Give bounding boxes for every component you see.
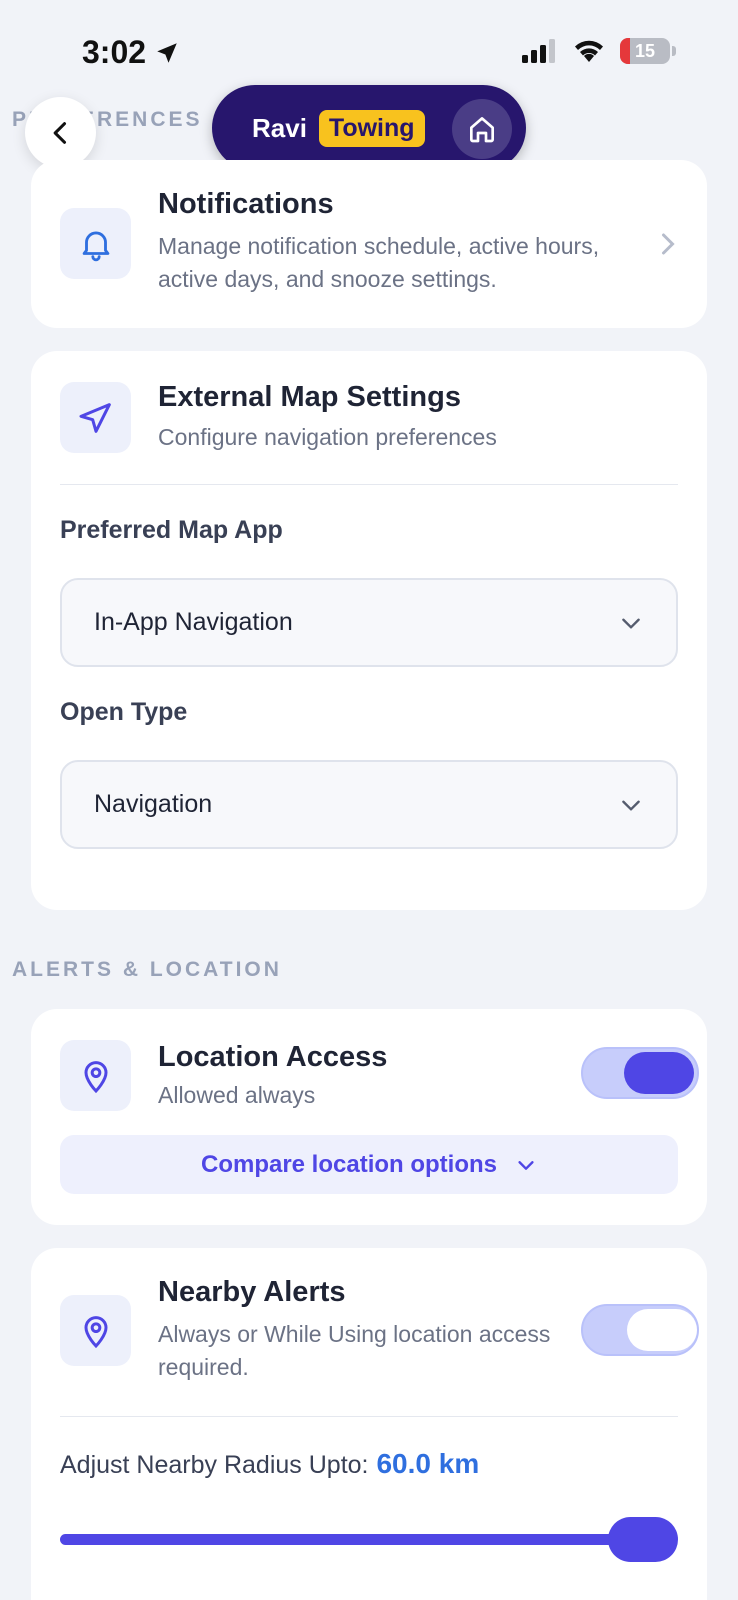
nearby-alerts-icon-box: [60, 1295, 131, 1366]
slider-track: [60, 1534, 648, 1545]
nearby-alerts-title: Nearby Alerts: [158, 1276, 346, 1308]
home-icon: [470, 117, 494, 143]
chevron-left-icon: [53, 121, 66, 144]
notifications-description: Manage notification schedule, active hou…: [158, 233, 600, 292]
location-access-status: Allowed always: [158, 1082, 316, 1108]
chevron-down-icon: [622, 800, 640, 811]
toggle-knob: [627, 1309, 697, 1351]
preferred-map-app-value: In-App Navigation: [94, 608, 293, 636]
location-access-toggle[interactable]: [581, 1047, 699, 1099]
map-pin-icon: [83, 1315, 108, 1348]
nearby-alerts-card: Nearby Alerts Always or While Using loca…: [31, 1248, 707, 1600]
battery-indicator: 15: [620, 38, 670, 64]
map-settings-title: External Map Settings: [158, 381, 461, 413]
notifications-card[interactable]: Notifications Manage notification schedu…: [31, 160, 707, 328]
divider: [60, 1416, 678, 1417]
brand-badge: Towing: [318, 109, 425, 147]
clock: 3:02: [82, 34, 147, 70]
compare-location-options-label: Compare location options: [200, 1150, 497, 1178]
battery-level: 15: [634, 40, 656, 61]
radius-value: 60.0 km: [376, 1448, 480, 1479]
toggle-knob: [624, 1052, 694, 1094]
nearby-alerts-toggle[interactable]: [581, 1304, 699, 1356]
home-button[interactable]: [452, 99, 512, 159]
preferred-map-app-select[interactable]: In-App Navigation: [60, 578, 678, 667]
nearby-alerts-description: Always or While Using location access re…: [158, 1321, 551, 1380]
notifications-title: Notifications: [158, 188, 334, 220]
status-time: 3:02: [82, 34, 180, 71]
location-arrow-icon: [157, 42, 177, 63]
chevron-down-icon: [622, 618, 640, 629]
radius-slider[interactable]: [60, 1517, 678, 1562]
chevron-down-icon: [518, 1160, 534, 1170]
status-indicators: 15: [522, 38, 676, 64]
map-pin-icon: [83, 1060, 108, 1093]
location-access-icon-box: [60, 1040, 131, 1111]
notifications-icon-box: [60, 208, 131, 279]
map-settings-card: External Map Settings Configure navigati…: [31, 351, 707, 910]
open-type-value: Navigation: [94, 790, 213, 818]
back-button[interactable]: [25, 97, 96, 168]
brand-pill: Ravi Towing: [212, 85, 526, 171]
brand-name: Ravi: [252, 112, 307, 143]
cellular-signal-icon: [522, 39, 555, 63]
radius-row: Adjust Nearby Radius Upto: 60.0 km: [60, 1448, 479, 1480]
map-settings-description: Configure navigation preferences: [158, 424, 497, 450]
location-access-title: Location Access: [158, 1041, 388, 1073]
navigation-arrow-icon: [79, 402, 111, 433]
chevron-right-icon: [662, 233, 675, 255]
compare-location-options-button[interactable]: Compare location options: [60, 1135, 678, 1194]
section-label-alerts-location: ALERTS & LOCATION: [12, 958, 282, 981]
radius-label: Adjust Nearby Radius Upto:: [60, 1451, 369, 1479]
bell-icon: [82, 231, 109, 261]
divider: [60, 484, 678, 485]
battery-tip: [672, 46, 676, 56]
preferred-map-app-label: Preferred Map App: [60, 516, 283, 544]
wifi-icon: [575, 40, 603, 62]
location-access-card: Location Access Allowed always Compare l…: [31, 1009, 707, 1225]
map-settings-icon-box: [60, 382, 131, 453]
open-type-select[interactable]: Navigation: [60, 760, 678, 849]
slider-thumb[interactable]: [608, 1517, 678, 1562]
open-type-label: Open Type: [60, 698, 188, 726]
